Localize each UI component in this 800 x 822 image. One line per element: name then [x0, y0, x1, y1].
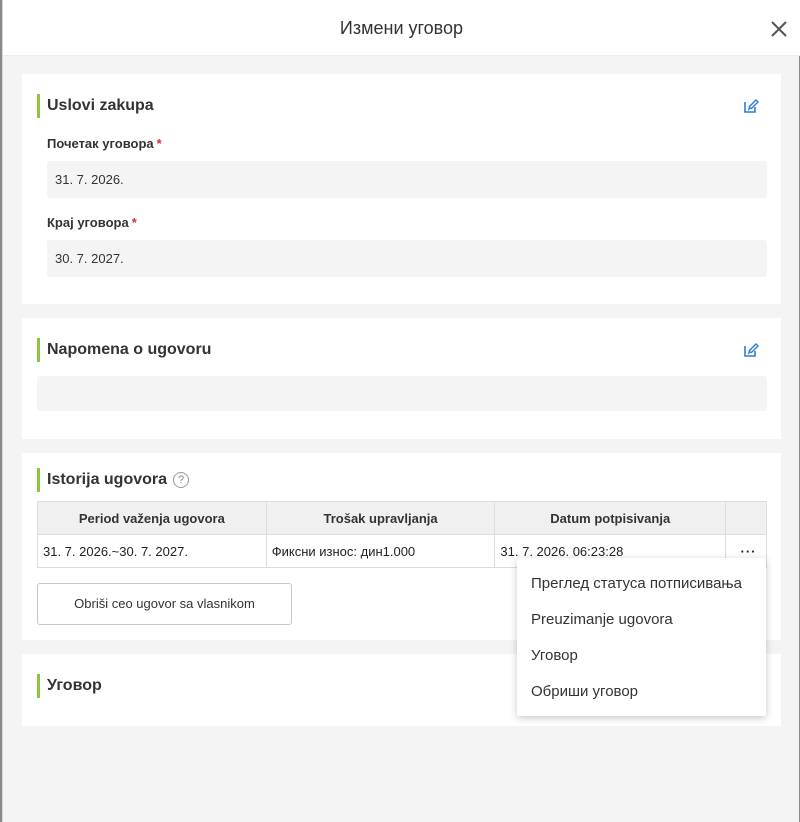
section-title: Uslovi zakupa — [37, 94, 154, 118]
required-mark: * — [131, 215, 137, 230]
row-actions-menu: Преглед статуса потписивања Preuzimanje … — [517, 558, 766, 716]
note-title: Napomena o ugovoru — [47, 341, 212, 358]
column-header-signed: Datum potpisivanja — [494, 501, 727, 535]
edit-icon[interactable] — [743, 342, 759, 358]
cell-cost: Фиксни износ: дин1.000 — [265, 534, 496, 568]
delete-contract-with-owner-button[interactable]: Obriši ceo ugovor sa vlasnikom — [37, 583, 292, 625]
cell-period: 31. 7. 2026.~30. 7. 2027. — [37, 534, 267, 568]
help-icon[interactable]: ? — [173, 472, 190, 488]
history-title: Istorija ugovora — [47, 471, 168, 488]
section-title: Уговор — [37, 674, 102, 698]
column-header-cost: Trošak upravljanja — [265, 501, 496, 535]
note-field[interactable] — [37, 376, 767, 411]
menu-item-delete-contract[interactable]: Обриши уговор — [517, 674, 766, 710]
modal-header: Измени уговор — [3, 0, 800, 56]
column-header-period: Period važenja ugovora — [37, 501, 267, 535]
lease-terms-title: Uslovi zakupa — [47, 97, 154, 114]
start-date-label-text: Почетак уговора — [47, 136, 154, 151]
section-title: Napomena o ugovoru — [37, 338, 211, 362]
edit-contract-modal: Измени уговор Uslovi zakupa Почетак угов… — [2, 0, 800, 822]
contract-title: Уговор — [47, 677, 102, 694]
start-date-label: Почетак уговора * — [47, 136, 162, 151]
required-mark: * — [156, 136, 162, 151]
table-header-row: Period važenja ugovora Trošak upravljanj… — [37, 501, 767, 535]
column-header-actions — [725, 501, 767, 535]
close-icon[interactable] — [770, 20, 788, 38]
end-date-label-text: Крај уговора — [47, 215, 129, 230]
modal-title: Измени уговор — [339, 18, 464, 38]
lease-terms-card: Uslovi zakupa Почетак уговора * 31. 7. 20… — [22, 74, 781, 304]
start-date-field[interactable]: 31. 7. 2026. — [47, 161, 767, 198]
section-title: Istorija ugovora ? — [37, 468, 190, 492]
menu-item-signing-status[interactable]: Преглед статуса потписивања — [517, 566, 766, 602]
end-date-label: Крај уговора * — [47, 215, 137, 230]
end-date-field[interactable]: 30. 7. 2027. — [47, 240, 767, 277]
contract-note-card: Napomena o ugovoru — [22, 318, 781, 439]
edit-icon[interactable] — [743, 98, 759, 114]
menu-item-download-contract[interactable]: Preuzimanje ugovora — [517, 602, 766, 638]
menu-item-contract[interactable]: Уговор — [517, 638, 766, 674]
